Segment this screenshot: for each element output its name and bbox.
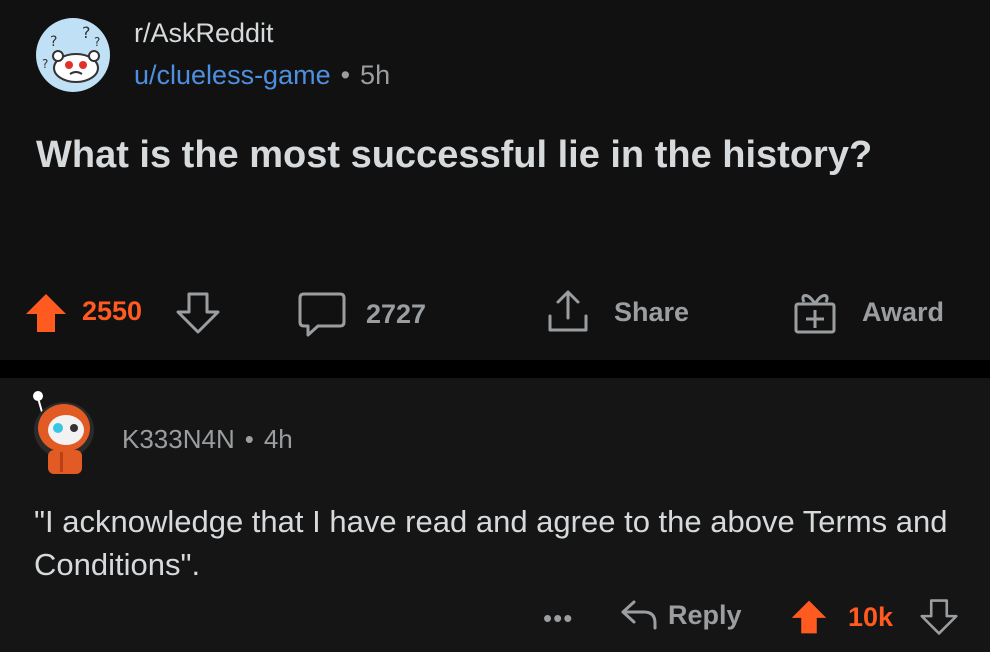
post-meta: u/clueless-game • 5h: [134, 60, 390, 91]
more-options-button[interactable]: •••: [543, 603, 573, 634]
snoo-confused-avatar: ? ? ? ?: [42, 23, 100, 83]
svg-text:?: ?: [42, 57, 48, 71]
post-title[interactable]: What is the most successful lie in the h…: [36, 134, 936, 176]
share-label: Share: [614, 296, 690, 327]
comment-upvote-button[interactable]: [790, 598, 828, 636]
reply-button[interactable]: Reply: [620, 598, 742, 632]
user-avatar[interactable]: [24, 388, 100, 478]
comments-button[interactable]: 2727: [298, 290, 426, 338]
comment-username[interactable]: K333N4N: [122, 424, 235, 454]
post-score: 2550: [82, 296, 142, 327]
upvote-icon: [26, 294, 66, 332]
upvote-button[interactable]: [24, 292, 68, 334]
svg-text:?: ?: [82, 23, 91, 42]
share-icon: [548, 290, 588, 332]
meta-separator: •: [244, 424, 254, 454]
upvote-icon: [791, 600, 827, 634]
svg-text:?: ?: [50, 34, 57, 50]
share-button[interactable]: Share: [544, 288, 689, 336]
comment-score: 10k: [848, 602, 893, 633]
comment-meta: K333N4N • 4h: [122, 424, 293, 455]
downvote-icon: [920, 599, 958, 635]
reply-label: Reply: [668, 599, 742, 630]
reply-icon: [621, 600, 657, 630]
comment-downvote-button[interactable]: [920, 598, 958, 636]
subreddit-avatar[interactable]: ? ? ? ?: [36, 18, 110, 92]
comment-time: 4h: [263, 424, 293, 454]
award-button[interactable]: Award: [792, 288, 944, 336]
award-icon: [794, 294, 836, 334]
meta-separator: •: [340, 60, 351, 90]
comment-upvote-count: 10k: [848, 602, 894, 632]
comment-count: 2727: [366, 298, 427, 329]
post-time: 5h: [360, 60, 391, 90]
comment-body: "I acknowledge that I have read and agre…: [34, 504, 948, 582]
downvote-icon: [176, 292, 220, 334]
post-author[interactable]: u/clueless-game: [134, 60, 331, 90]
post-upvote-count: 2550: [82, 296, 143, 326]
snoo-hoodie-avatar: [33, 391, 94, 474]
downvote-button[interactable]: [176, 292, 220, 334]
subreddit-name[interactable]: r/AskReddit: [134, 18, 274, 49]
svg-text:?: ?: [94, 35, 100, 49]
award-label: Award: [862, 296, 945, 327]
comment-icon: [298, 292, 346, 337]
